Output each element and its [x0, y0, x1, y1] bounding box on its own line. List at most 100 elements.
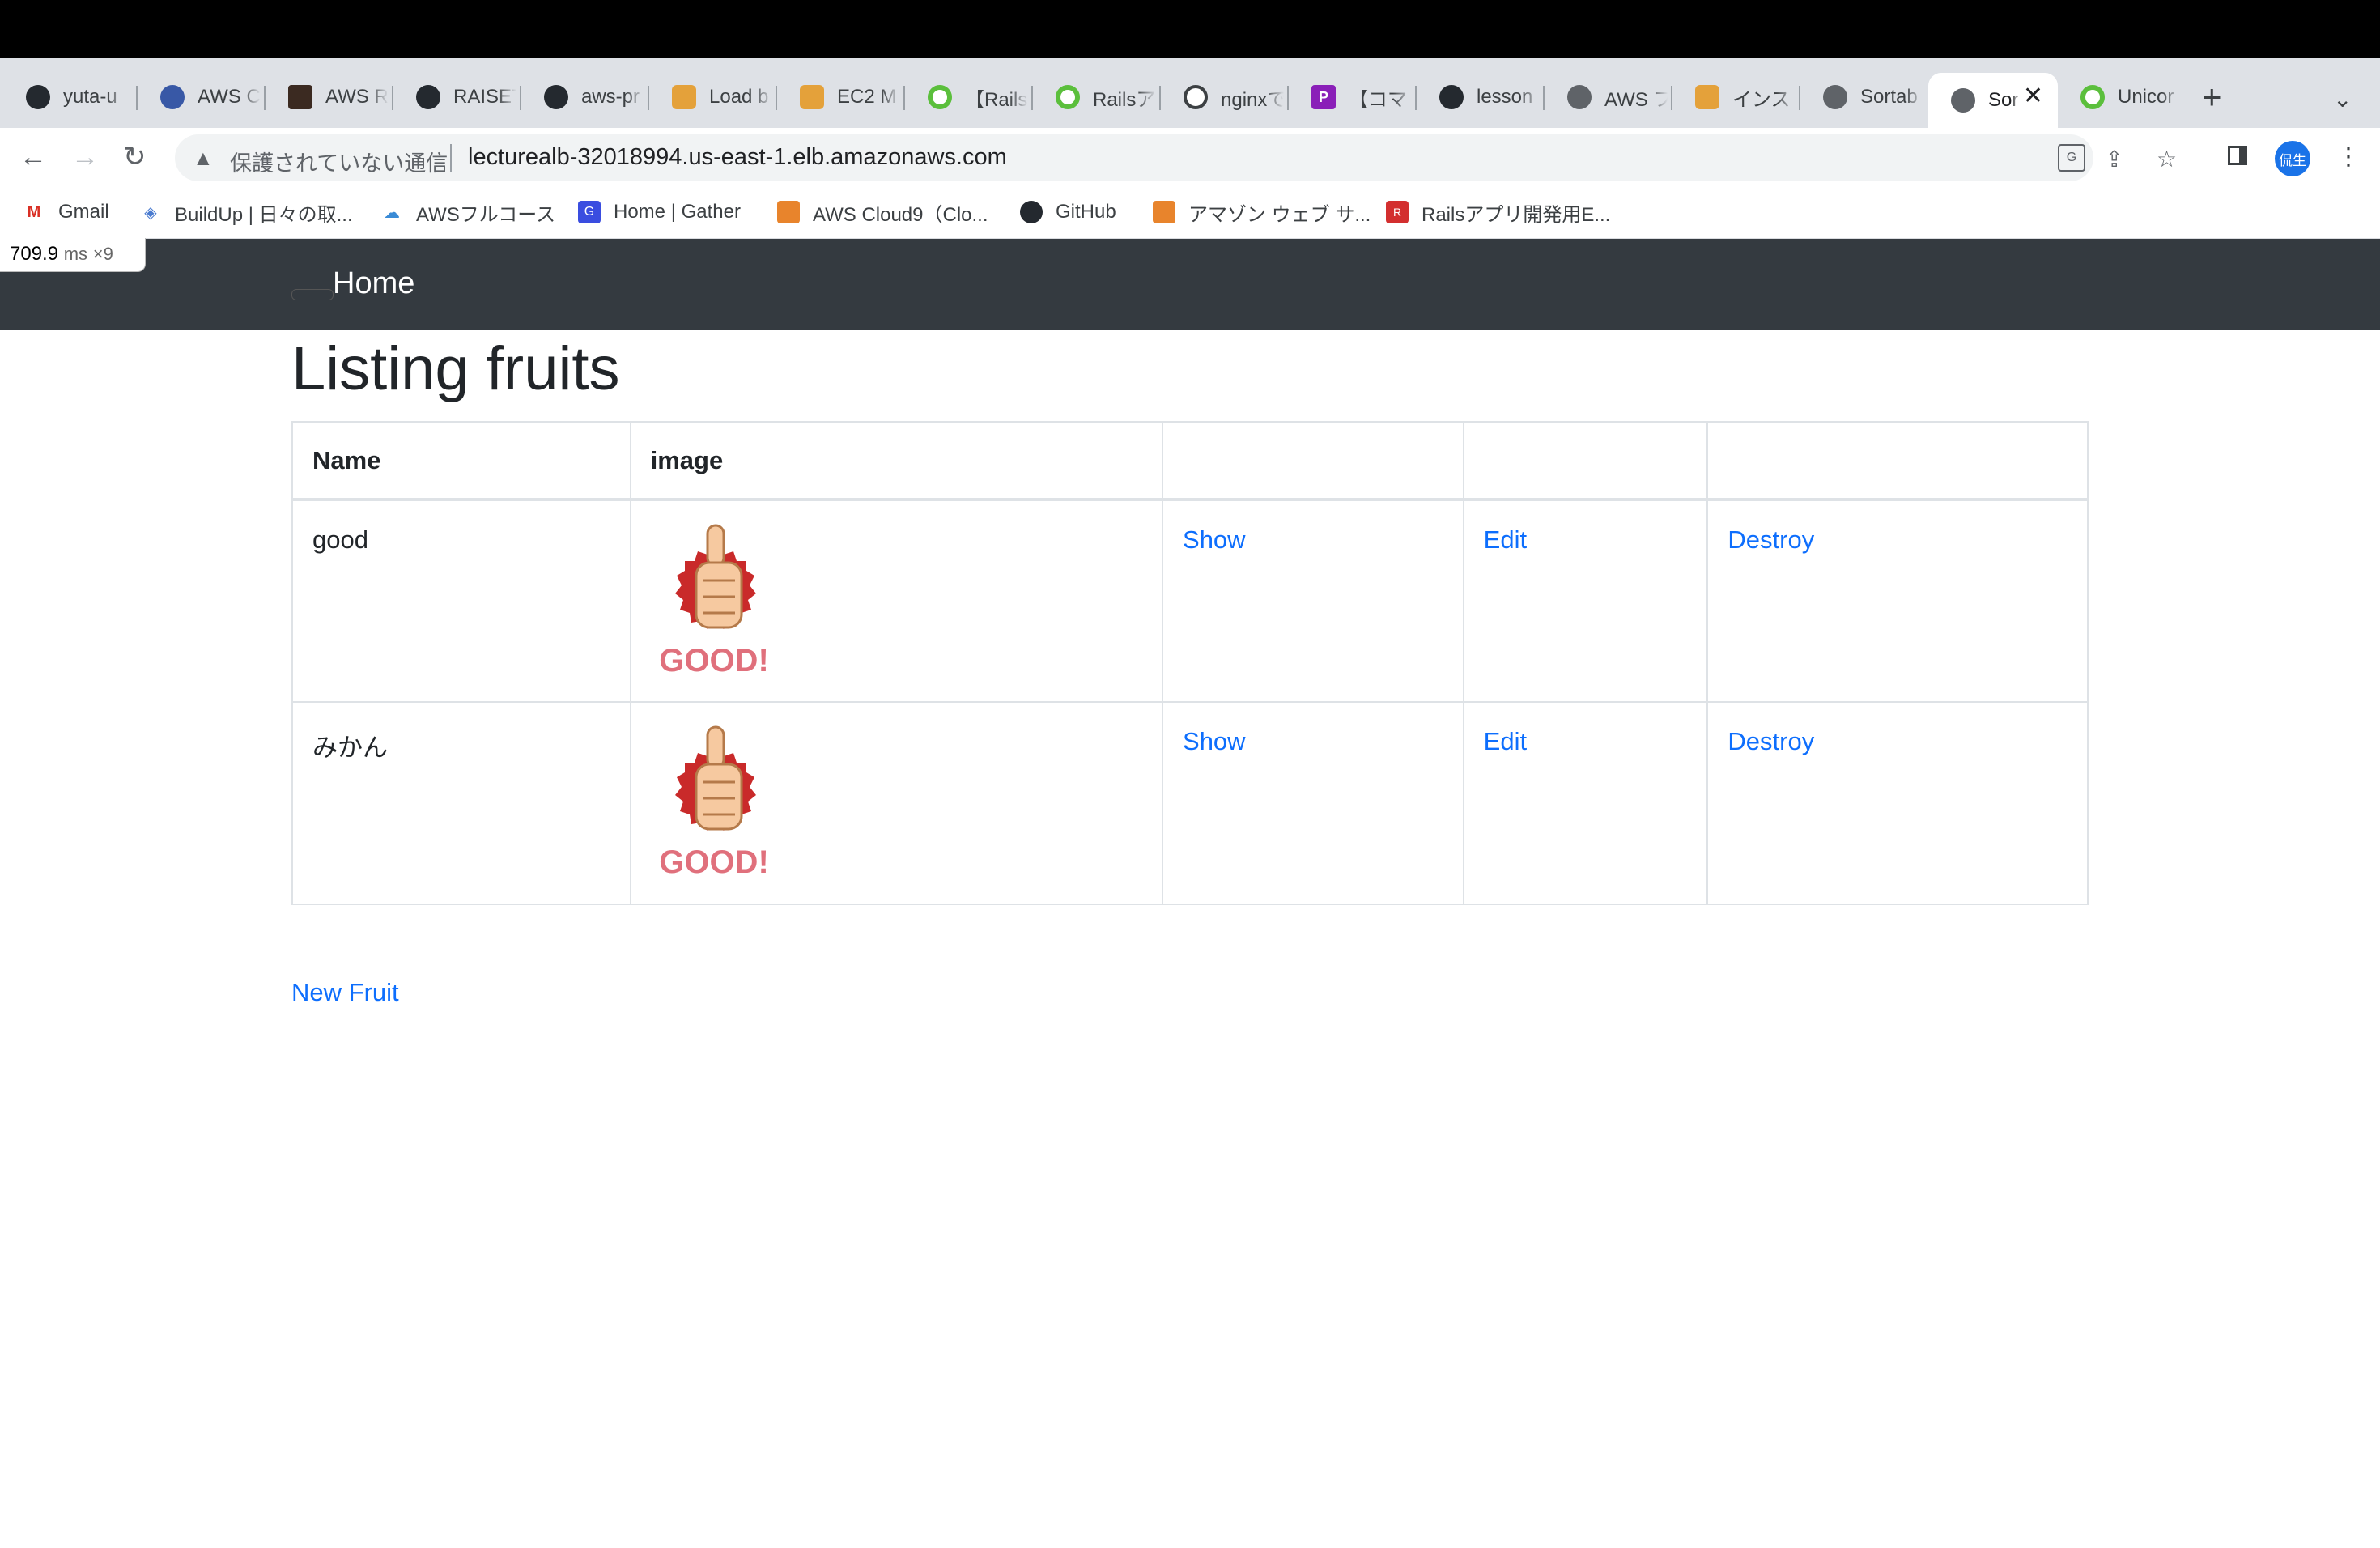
tab-11[interactable]: lesson	[1417, 73, 1545, 121]
destroy-cell: Destroy	[1706, 701, 2089, 905]
table-row: みかん GOOD! Show Edit Destroy	[291, 701, 2089, 905]
new-tab-button[interactable]: +	[2202, 80, 2222, 114]
column-header-show	[1162, 421, 1464, 501]
column-header-name: Name	[291, 421, 631, 501]
profile-avatar[interactable]: 侃生	[2275, 141, 2310, 176]
tab-13[interactable]: インス	[1672, 73, 1800, 121]
bookmark-github[interactable]: GitHub	[1020, 196, 1116, 228]
address-bar[interactable]: ▲ 保護されていない通信 lecturealb-32018994.us-east…	[175, 134, 2177, 181]
destroy-link[interactable]: Destroy	[1728, 727, 1814, 755]
fruit-name-cell: good	[291, 499, 631, 703]
tab-12[interactable]: AWS フ	[1545, 73, 1672, 121]
tab-15-active[interactable]: Sor ✕	[1928, 73, 2058, 128]
green-ring-icon	[1056, 85, 1080, 109]
tab-1[interactable]: AWS C	[138, 73, 266, 121]
fruit-image-cell: GOOD!	[629, 499, 1164, 703]
tab-9[interactable]: nginxで	[1161, 73, 1289, 121]
gmail-icon: M	[27, 202, 41, 221]
fruits-table: Name image good GOOD! Show Edit Destroy …	[291, 421, 2089, 905]
forward-arrow-icon[interactable]: →	[71, 141, 99, 173]
svg-text:GOOD!: GOOD!	[659, 643, 769, 678]
photo-icon	[288, 85, 312, 109]
edit-cell: Edit	[1462, 701, 1709, 905]
tab-5[interactable]: Load b	[649, 73, 777, 121]
tab-8[interactable]: Railsア	[1033, 73, 1161, 121]
aws-box-icon	[1153, 201, 1175, 223]
globe-icon	[1951, 88, 1975, 113]
column-header-edit	[1462, 421, 1709, 501]
bookmark-aws-cloud9[interactable]: AWS Cloud9（Clo...	[777, 196, 988, 228]
kebab-menu-icon[interactable]: ⋮	[2336, 142, 2361, 171]
aws-box-icon	[1695, 85, 1719, 109]
tab-7[interactable]: 【Rails	[905, 73, 1033, 121]
svg-text:GOOD!: GOOD!	[659, 844, 769, 880]
close-tab-icon[interactable]: ✕	[2023, 84, 2043, 108]
bookmark-amazon-web-services[interactable]: アマゾン ウェブ サ...	[1153, 196, 1371, 228]
bookmark-rails-app[interactable]: R Railsアプリ開発用E...	[1386, 196, 1610, 228]
aws-box-icon	[800, 85, 824, 109]
globe-icon	[1823, 85, 1847, 109]
bookmarks-bar: M Gmail ◈ BuildUp | 日々の取... ☁ AWSフルコース G Hom…	[0, 188, 2380, 239]
url-text[interactable]: lecturealb-32018994.us-east-1.elb.amazon…	[468, 144, 1007, 171]
tab-6[interactable]: EC2 M	[777, 73, 905, 121]
side-panel-icon[interactable]	[2228, 146, 2247, 165]
github-icon	[26, 85, 50, 109]
table-row: good GOOD! Show Edit Destroy	[291, 499, 2089, 703]
good-thumbs-up-image: GOOD!	[659, 524, 769, 678]
edit-link[interactable]: Edit	[1484, 525, 1527, 554]
edit-link[interactable]: Edit	[1484, 727, 1527, 755]
bookmark-gmail[interactable]: M Gmail	[23, 196, 109, 228]
new-fruit-link[interactable]: New Fruit	[291, 978, 399, 1007]
fruit-image-cell: GOOD!	[629, 701, 1164, 905]
bulb-icon	[1184, 85, 1208, 109]
wordpress-icon	[160, 85, 185, 109]
page-navbar: Home	[0, 239, 2380, 330]
green-ring-icon	[928, 85, 952, 109]
reload-icon[interactable]: ↻	[123, 141, 147, 173]
tab-10[interactable]: P 【コマ	[1289, 73, 1417, 121]
translate-icon[interactable]: G	[2058, 144, 2085, 172]
tab-strip: yuta-u AWS C AWS R RAISET aws-pr Load b …	[0, 58, 2380, 128]
gather-icon: G	[578, 201, 601, 223]
aws-box-icon	[672, 85, 696, 109]
show-link[interactable]: Show	[1183, 727, 1246, 755]
screen-top-bar	[0, 0, 2380, 58]
fruit-name-cell: みかん	[291, 701, 631, 905]
tab-16[interactable]: Unicor	[2058, 73, 2192, 121]
rails-icon: R	[1386, 201, 1409, 223]
green-ring-icon	[2080, 85, 2105, 109]
tab-search-chevron-icon[interactable]: ⌄	[2333, 86, 2352, 113]
show-link[interactable]: Show	[1183, 525, 1246, 554]
tab-3[interactable]: RAISET	[393, 73, 521, 121]
github-icon	[416, 85, 440, 109]
buildup-icon: ◈	[144, 203, 157, 222]
p-logo-icon: P	[1311, 85, 1336, 109]
security-status-label[interactable]: 保護されていない通信	[230, 146, 448, 177]
tab-2[interactable]: AWS R	[266, 73, 393, 121]
warning-triangle-icon[interactable]: ▲	[193, 146, 214, 171]
github-icon	[1020, 201, 1043, 223]
tab-4[interactable]: aws-pr	[521, 73, 649, 121]
globe-icon	[1567, 85, 1592, 109]
tab-14[interactable]: Sortab	[1800, 73, 1928, 121]
bookmark-buildup[interactable]: ◈ BuildUp | 日々の取...	[139, 196, 352, 228]
table-header-row: Name image	[291, 421, 2089, 501]
bookmark-star-icon[interactable]: ☆	[2157, 146, 2177, 172]
column-header-destroy	[1706, 421, 2089, 501]
show-cell: Show	[1162, 701, 1464, 905]
destroy-cell: Destroy	[1706, 499, 2089, 703]
show-cell: Show	[1162, 499, 1464, 703]
browser-toolbar: ← → ↻ ▲ 保護されていない通信 lecturealb-32018994.u…	[0, 128, 2380, 188]
column-header-image: image	[629, 421, 1164, 501]
tab-0[interactable]: yuta-u	[3, 73, 138, 121]
navbar-toggler[interactable]	[291, 289, 334, 300]
github-icon	[1439, 85, 1464, 109]
bookmark-aws-full-course[interactable]: ☁ AWSフルコース	[380, 196, 555, 228]
destroy-link[interactable]: Destroy	[1728, 525, 1814, 554]
navbar-home-link[interactable]: Home	[333, 266, 414, 301]
bookmark-gather[interactable]: G Home | Gather	[578, 196, 741, 228]
edit-cell: Edit	[1462, 499, 1709, 703]
good-thumbs-up-image: GOOD!	[659, 725, 769, 880]
share-icon[interactable]: ⇪	[2105, 146, 2123, 172]
back-arrow-icon[interactable]: ←	[19, 141, 47, 173]
